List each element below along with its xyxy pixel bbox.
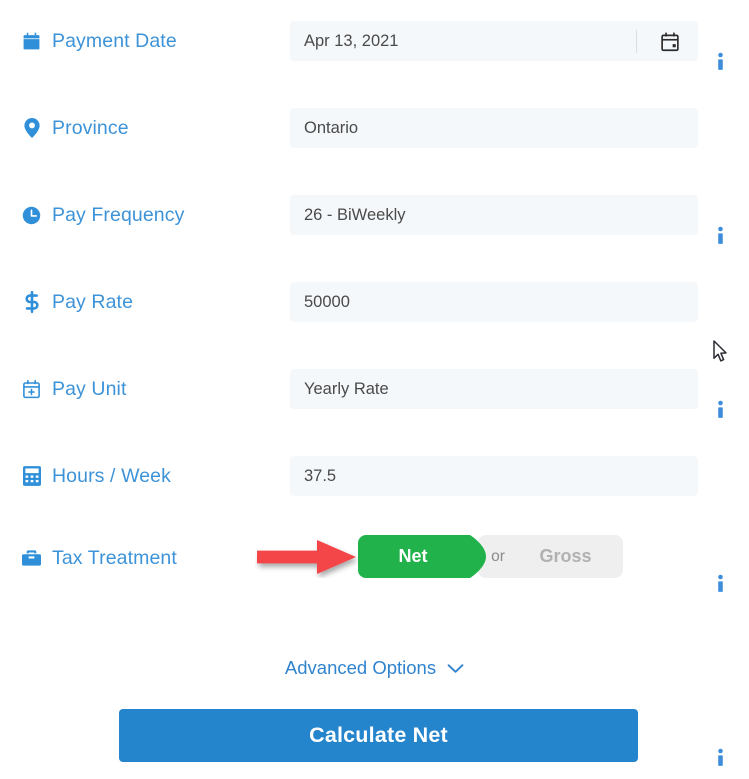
form-row-payment-date: Payment Date Apr 13, 2021 [0, 19, 749, 70]
field-wrap-hours-per-week: 37.5 [290, 456, 698, 496]
hours-per-week-input[interactable]: 37.5 [290, 456, 698, 496]
advanced-options-toggle[interactable]: Advanced Options [0, 657, 749, 679]
mouse-pointer-cursor [713, 340, 728, 368]
field-wrap-province: Ontario [290, 108, 698, 148]
calendar-filled-icon [22, 32, 41, 51]
label-text: Pay Rate [52, 290, 134, 313]
label-text: Hours / Week [52, 464, 171, 487]
label-tax-treatment: Tax Treatment [0, 547, 290, 570]
field-wrap-pay-rate: 50000 [290, 282, 698, 322]
pay-frequency-input[interactable]: 26 - BiWeekly [290, 195, 698, 235]
label-province: Province [0, 117, 290, 140]
field-divider [636, 30, 637, 53]
form-row-pay-unit: Pay Unit Yearly Rate [0, 367, 749, 766]
dollar-sign-icon [22, 291, 41, 313]
province-input[interactable]: Ontario [290, 108, 698, 148]
toggle-gross-button[interactable]: Gross [478, 535, 623, 578]
field-wrap-pay-frequency: 26 - BiWeekly [290, 195, 698, 235]
label-pay-rate: Pay Rate [0, 291, 290, 314]
advanced-options-label: Advanced Options [284, 657, 437, 678]
form-row-pay-rate: Pay Rate 50000 [0, 280, 749, 592]
label-text: Tax Treatment [52, 546, 177, 569]
form-row-province: Province Ontario [0, 106, 749, 244]
briefcase-icon [22, 549, 41, 568]
label-text: Payment Date [52, 29, 177, 52]
field-wrap-pay-unit: Yearly Rate [290, 369, 698, 409]
label-pay-unit: Pay Unit [0, 378, 290, 401]
calculate-net-button[interactable]: Calculate Net [119, 709, 638, 762]
chevron-down-icon [447, 663, 464, 674]
payroll-calculator-form: Payment Date Apr 13, 2021 Province Ontar… [0, 0, 749, 779]
form-row-hours-per-week: Hours / Week 37.5 [0, 454, 749, 498]
pay-unit-input[interactable]: Yearly Rate [290, 369, 698, 409]
info-icon-payment-date[interactable] [713, 51, 727, 71]
toggle-net-button[interactable]: Net [358, 535, 486, 578]
calculator-icon [22, 466, 41, 486]
label-text: Pay Frequency [52, 203, 185, 226]
label-payment-date: Payment Date [0, 30, 290, 53]
form-row-pay-frequency: Pay Frequency 26 - BiWeekly [0, 193, 749, 418]
info-icon-pay-unit[interactable] [713, 747, 727, 767]
tax-treatment-toggle-group: Gross Net or [358, 535, 623, 578]
label-hours-per-week: Hours / Week [0, 465, 290, 488]
label-text: Province [52, 116, 129, 139]
label-text: Pay Unit [52, 377, 127, 400]
field-wrap-payment-date: Apr 13, 2021 [290, 21, 698, 61]
map-pin-icon [22, 118, 41, 138]
label-pay-frequency: Pay Frequency [0, 204, 290, 227]
calendar-picker-icon[interactable] [659, 31, 681, 52]
calendar-plus-icon [22, 379, 41, 399]
pay-rate-input[interactable]: 50000 [290, 282, 698, 322]
clock-icon [22, 206, 41, 225]
